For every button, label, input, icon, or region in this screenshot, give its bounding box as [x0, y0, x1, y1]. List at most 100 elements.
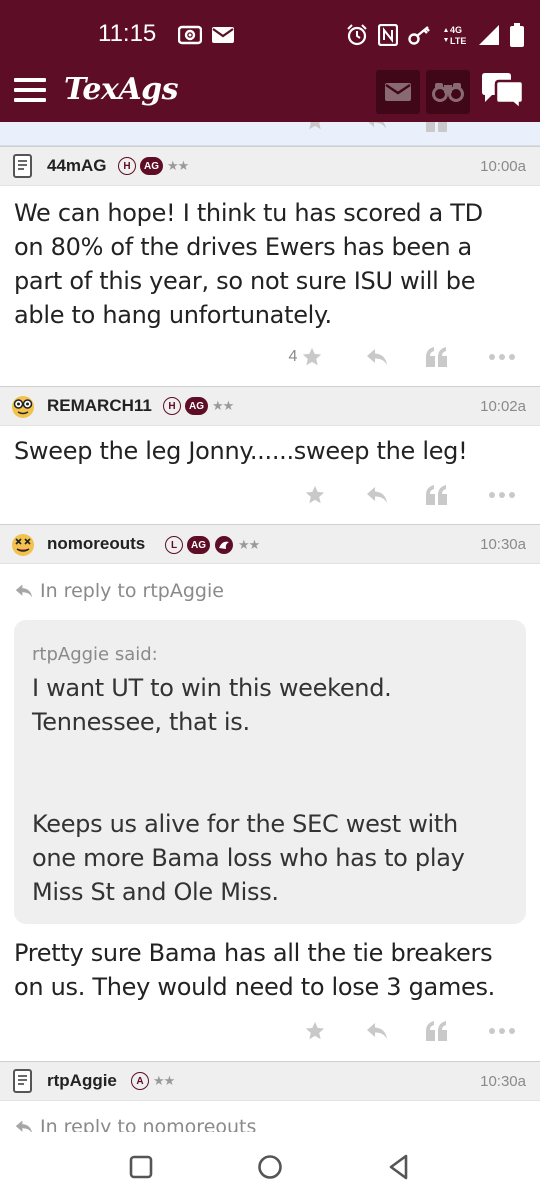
reply-icon: [367, 349, 387, 365]
reply-button[interactable]: [360, 342, 394, 372]
user-badges: H AG ★★: [118, 157, 189, 175]
badge-h: H: [118, 157, 136, 175]
reply-icon: [367, 1023, 387, 1039]
more-icon: [489, 1028, 515, 1034]
like-button[interactable]: [300, 1016, 330, 1046]
post-line: We can hope! I think tu has scored a TD: [14, 199, 483, 227]
status-bar: 11:15 4G LTE: [0, 0, 540, 66]
post-line: on us. They would need to lose 3 games.: [14, 973, 496, 1001]
back-icon[interactable]: [384, 1152, 414, 1182]
badge-ag: AG: [185, 397, 208, 415]
more-icon: [489, 354, 515, 360]
user-badges: H AG ★★: [163, 397, 234, 415]
alarm-icon: [347, 24, 367, 46]
quote-line: I want UT to win this weekend.: [32, 674, 392, 702]
quote-icon: [426, 347, 447, 367]
badge-l: L: [165, 536, 183, 554]
home-icon[interactable]: [255, 1152, 285, 1182]
post-actions: 4: [0, 342, 540, 372]
quote-line: Keeps us alive for the SEC west with: [32, 810, 458, 838]
user-badges: L AG ★★: [165, 535, 260, 555]
svg-text:LTE: LTE: [450, 36, 466, 46]
status-left-icons: [178, 22, 234, 48]
quote-attribution: rtpAggie said:: [32, 644, 158, 665]
like-button[interactable]: [300, 480, 330, 510]
quote-icon: [426, 485, 447, 505]
post-line: Pretty sure Bama has all the tie breaker…: [14, 939, 493, 967]
menu-icon[interactable]: [14, 78, 46, 104]
star-icon: [309, 122, 321, 130]
quote-text: I want UT to win this weekend. Tennessee…: [32, 671, 508, 909]
post-line: on 80% of the drives Ewers has been a: [14, 233, 472, 261]
reply-icon: [15, 584, 33, 598]
like-button[interactable]: 4: [282, 342, 330, 372]
badge-a: A: [131, 1072, 149, 1090]
key-icon: [408, 26, 430, 45]
reply-icon: [367, 487, 387, 503]
badge-ag: AG: [140, 157, 163, 175]
quote-block: rtpAggie said: I want UT to win this wee…: [14, 620, 526, 924]
star-icon: [305, 485, 325, 504]
badge-h: H: [163, 397, 181, 415]
more-options-button[interactable]: [486, 480, 518, 510]
dizzy-face-icon: [12, 534, 34, 556]
post-actions: [0, 480, 540, 510]
rating-stars: ★★: [167, 158, 189, 174]
post-body: Sweep the leg Jonny......sweep the leg!: [14, 434, 526, 468]
nerd-face-icon: [12, 396, 34, 418]
more-options-button[interactable]: [486, 1016, 518, 1046]
like-count: 4: [288, 348, 298, 365]
username[interactable]: REMARCH11: [47, 396, 152, 416]
post-body: We can hope! I think tu has scored a TD …: [14, 196, 526, 332]
recent-apps-icon[interactable]: [126, 1152, 156, 1182]
post-line: able to hang unfortunately.: [14, 301, 332, 329]
quote-button[interactable]: [422, 342, 452, 372]
quote-line: Miss St and Ole Miss.: [32, 878, 279, 906]
post-header: 44mAG H AG ★★ 10:00a: [0, 146, 540, 186]
username[interactable]: 44mAG: [47, 156, 107, 176]
post-header: rtpAggie A ★★ 10:30a: [0, 1061, 540, 1101]
screen-record-icon: [178, 25, 202, 45]
document-icon: [13, 154, 32, 178]
rating-stars: ★★: [212, 398, 234, 414]
texags-logo[interactable]: TexAgs: [64, 72, 179, 107]
post-time: 10:30a: [480, 1073, 526, 1090]
reply-button[interactable]: [360, 1016, 394, 1046]
post-line: Sweep the leg Jonny......sweep the leg!: [14, 437, 468, 465]
username[interactable]: rtpAggie: [47, 1071, 117, 1091]
svg-text:4G: 4G: [450, 25, 462, 35]
quote-icon: [426, 122, 447, 132]
post-header: REMARCH11 H AG ★★ 10:02a: [0, 386, 540, 426]
system-nav-bar: [0, 1132, 540, 1200]
rating-stars: ★★: [153, 1073, 175, 1089]
post-header: nomoreouts L AG ★★ 10:30a: [0, 524, 540, 564]
reply-icon: [368, 122, 386, 129]
quote-button[interactable]: [422, 480, 452, 510]
mail-icon: [385, 83, 411, 101]
username[interactable]: nomoreouts: [47, 534, 145, 554]
post-actions: [0, 1016, 540, 1046]
reply-button[interactable]: [360, 480, 394, 510]
quote-icon: [426, 1021, 447, 1041]
messages-button[interactable]: [376, 70, 420, 114]
star-icon: [303, 347, 322, 366]
app-header: TexAgs: [0, 66, 540, 122]
network-4g-icon: 4GLTE: [444, 25, 466, 46]
more-options-button[interactable]: [486, 342, 518, 372]
rating-stars: ★★: [238, 537, 260, 553]
status-right-icons: 4G LTE: [346, 22, 524, 48]
more-icon: [489, 492, 515, 498]
status-time: 11:15: [98, 20, 157, 47]
in-reply-to-link[interactable]: In reply to rtpAggie: [14, 580, 224, 602]
in-reply-to-label: In reply to rtpAggie: [40, 580, 224, 602]
watch-button[interactable]: [426, 70, 470, 114]
post-time: 10:00a: [480, 158, 526, 175]
quote-button[interactable]: [422, 1016, 452, 1046]
chat-icon[interactable]: [480, 72, 526, 112]
post-body: Pretty sure Bama has all the tie breaker…: [14, 936, 526, 1004]
signal-icon: [479, 25, 499, 45]
previous-post-actions-edge: [0, 122, 540, 146]
quote-line: Tennessee, that is.: [32, 708, 250, 736]
user-badges: A ★★: [131, 1072, 175, 1090]
star-icon: [305, 1021, 325, 1040]
